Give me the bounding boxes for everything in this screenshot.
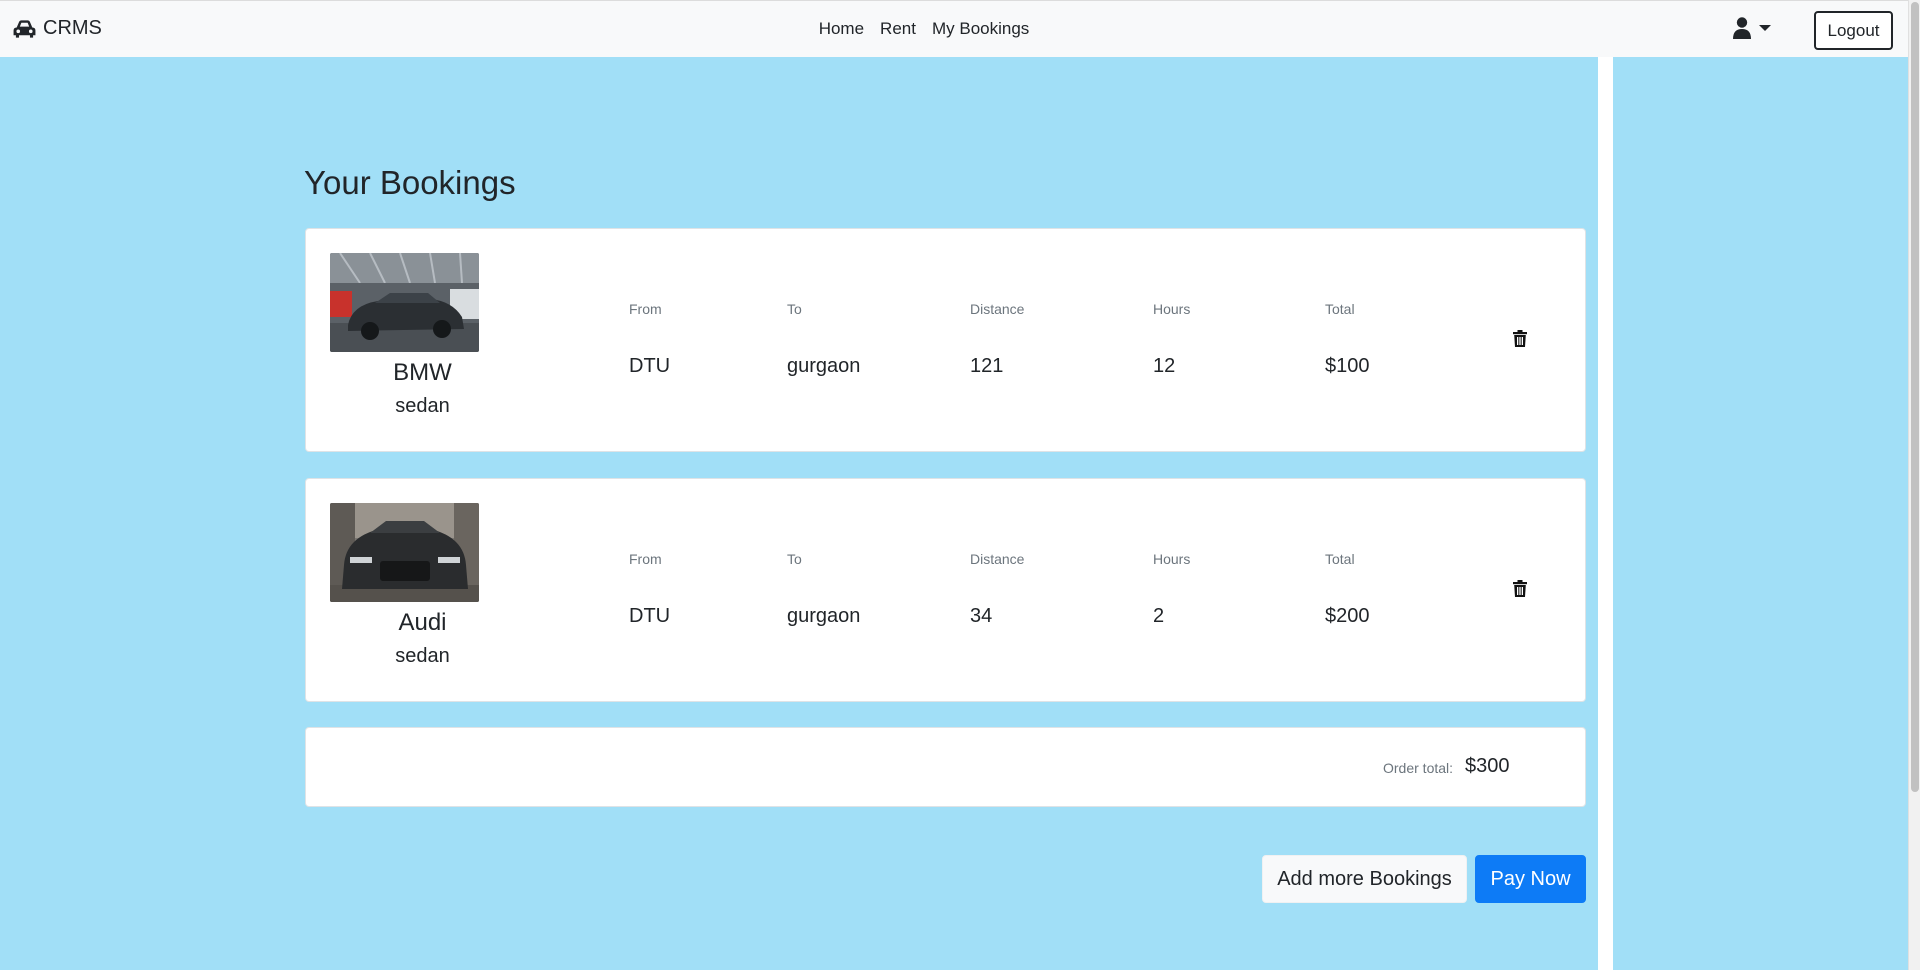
nav-link-home[interactable]: Home [819, 19, 864, 39]
car-image-audi [330, 503, 479, 602]
order-total-label: Order total: [1383, 760, 1454, 776]
total-label: Total [1325, 301, 1355, 317]
booking-card: Audi sedan From To Distance Hours Total … [305, 478, 1586, 702]
from-label: From [629, 301, 662, 317]
side-divider [1598, 57, 1613, 970]
total-label: Total [1325, 551, 1355, 567]
total-value: $200 [1325, 605, 1370, 627]
page-title: Your Bookings [304, 164, 516, 201]
distance-value: 34 [970, 605, 993, 627]
to-label: To [787, 551, 802, 567]
add-more-bookings-button[interactable]: Add more Bookings [1262, 855, 1467, 903]
car-name: BMW [393, 359, 452, 386]
hours-value: 2 [1153, 605, 1165, 627]
order-total-card: Order total: $300 [305, 727, 1586, 807]
from-label: From [629, 551, 662, 567]
hours-label: Hours [1153, 551, 1191, 567]
car-name: Audi [398, 609, 447, 636]
car-type: sedan [395, 645, 450, 667]
trash-icon[interactable] [1513, 580, 1527, 597]
from-value: DTU [629, 605, 671, 627]
order-total-value: $300 [1465, 755, 1510, 777]
distance-label: Distance [970, 551, 1025, 567]
total-value: $100 [1325, 355, 1370, 377]
nav-links: Home Rent My Bookings [0, 19, 1908, 39]
hours-value: 12 [1153, 355, 1176, 377]
scrollbar-thumb[interactable] [1911, 2, 1919, 792]
nav-link-rent[interactable]: Rent [880, 19, 916, 39]
nav-link-my-bookings[interactable]: My Bookings [932, 19, 1029, 39]
to-value: gurgaon [787, 605, 861, 627]
booking-card: BMW sedan From To Distance Hours Total D… [305, 228, 1586, 452]
to-label: To [787, 301, 802, 317]
caret-down-icon [1759, 25, 1771, 31]
distance-value: 121 [970, 355, 1004, 377]
trash-icon[interactable] [1513, 330, 1527, 347]
logout-button[interactable]: Logout [1814, 11, 1893, 50]
distance-label: Distance [970, 301, 1025, 317]
user-menu-dropdown[interactable] [1733, 17, 1771, 39]
car-type: sedan [395, 395, 450, 417]
user-icon [1733, 17, 1751, 39]
page-scrollbar[interactable] [1908, 0, 1920, 970]
from-value: DTU [629, 355, 671, 377]
to-value: gurgaon [787, 355, 861, 377]
hours-label: Hours [1153, 301, 1191, 317]
navbar: CRMS Home Rent My Bookings Logout [0, 0, 1908, 57]
pay-now-button[interactable]: Pay Now [1475, 855, 1586, 903]
car-image-bmw [330, 253, 479, 352]
